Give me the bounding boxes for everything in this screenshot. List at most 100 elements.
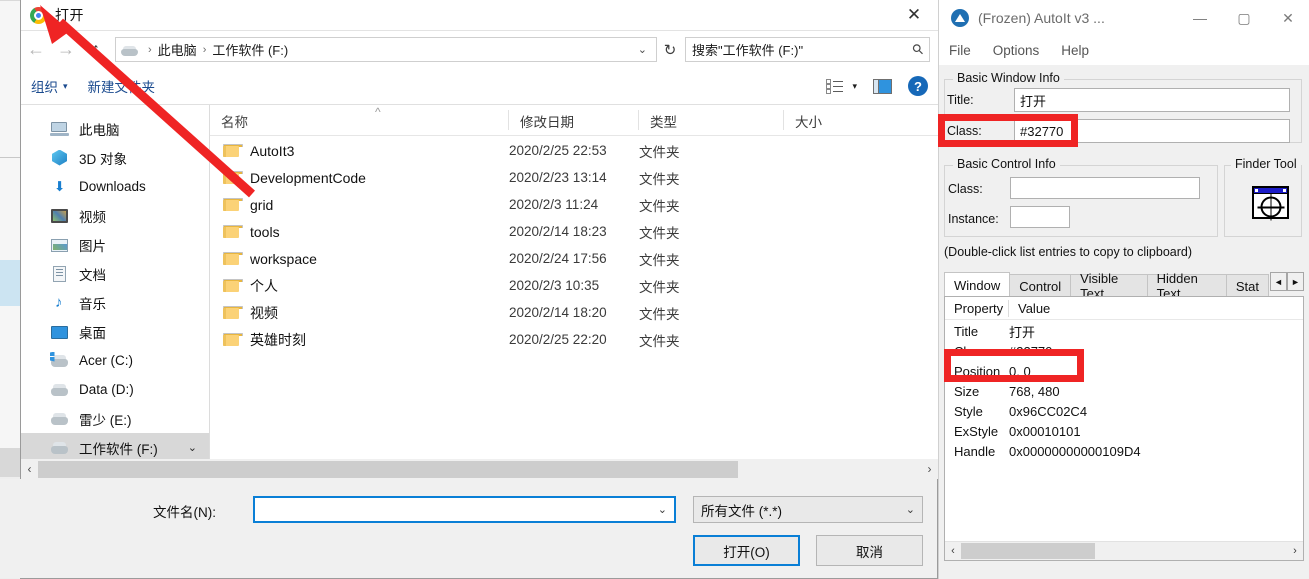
music-icon: ♪ — [55, 293, 63, 311]
hscroll-thumb[interactable] — [38, 460, 738, 478]
cancel-button[interactable]: 取消 — [816, 535, 923, 566]
finder-target-icon[interactable] — [1252, 186, 1289, 221]
desktop-icon — [50, 323, 70, 341]
nav-item-4[interactable]: 图片 — [21, 230, 209, 259]
table-row[interactable]: AutoIt3 2020/2/25 22:53 文件夹 — [210, 137, 938, 164]
filename-input[interactable]: ⌄ — [253, 496, 676, 523]
cell-name: tools — [250, 223, 280, 240]
list-item[interactable]: Size 768, 480 — [945, 381, 1303, 401]
column-header-date[interactable]: 修改日期 — [509, 105, 639, 135]
column-header-name[interactable]: 名称 ^ — [210, 105, 509, 135]
help-icon[interactable]: ? — [908, 76, 928, 96]
column-header-size[interactable]: 大小 — [784, 105, 938, 135]
back-button[interactable]: ← — [21, 35, 51, 65]
breadcrumb-this-pc[interactable]: 此电脑 — [158, 40, 197, 59]
file-list-hscrollbar[interactable]: ‹ › — [21, 459, 938, 479]
nav-item-11[interactable]: 工作软件 (F:) ⌄ — [21, 433, 209, 462]
tab-scroll-left-icon[interactable]: ◄ — [1270, 272, 1287, 291]
list-item[interactable]: Style 0x96CC02C4 — [945, 401, 1303, 421]
forward-button[interactable]: → — [51, 35, 81, 65]
nav-item-9[interactable]: Data (D:) — [21, 375, 209, 404]
list-item[interactable]: Handle 0x00000000000109D4 — [945, 441, 1303, 461]
lv-scroll-track[interactable] — [961, 543, 1287, 559]
tab-scroll-right-icon[interactable]: ► — [1287, 272, 1304, 291]
cell-type: 文件夹 — [639, 306, 680, 322]
table-row[interactable]: 个人 2020/2/3 10:35 文件夹 — [210, 272, 938, 299]
up-button[interactable]: ↑ — [81, 35, 111, 65]
search-box[interactable]: 搜索"工作软件 (F:)" ⚲ — [685, 37, 930, 62]
dialog-titlebar: 打开 — [21, 0, 938, 30]
open-button[interactable]: 打开(O) — [693, 535, 800, 566]
nav-item-2[interactable]: ⬇ Downloads — [21, 172, 209, 201]
column-label-size: 大小 — [795, 115, 822, 130]
table-row[interactable]: 英雄时刻 2020/2/25 22:20 文件夹 — [210, 326, 938, 353]
table-row[interactable]: grid 2020/2/3 11:24 文件夹 — [210, 191, 938, 218]
folder-icon — [223, 333, 243, 346]
nav-item-3[interactable]: 视频 — [21, 201, 209, 230]
tab-stat[interactable]: Stat — [1225, 274, 1269, 297]
breadcrumb-drive-f[interactable]: 工作软件 (F:) — [212, 40, 288, 59]
tab-visible-text[interactable]: Visible Text — [1070, 271, 1148, 301]
preview-pane-icon[interactable] — [873, 78, 892, 94]
chevron-down-icon[interactable]: ▾ — [852, 81, 857, 92]
scroll-left-icon[interactable]: ‹ — [945, 545, 961, 557]
tab-hidden-text[interactable]: Hidden Text — [1146, 271, 1227, 301]
file-type-select[interactable]: 所有文件 (*.*) ⌄ — [693, 496, 923, 523]
scroll-right-icon[interactable]: › — [921, 459, 938, 479]
table-row[interactable]: DevelopmentCode 2020/2/23 13:14 文件夹 — [210, 164, 938, 191]
organize-button[interactable]: 组织 ▾ — [21, 76, 78, 96]
column-header-type[interactable]: 类型 — [639, 105, 784, 135]
3d-objects-icon — [50, 149, 70, 167]
property-list-hscrollbar[interactable]: ‹ › — [945, 541, 1303, 560]
dialog-close-button[interactable]: ✕ — [891, 0, 937, 30]
column-label-type: 类型 — [650, 115, 677, 130]
nav-item-5[interactable]: 文档 — [21, 259, 209, 288]
property-value: 768, 480 — [1009, 383, 1060, 399]
table-row[interactable]: 视频 2020/2/14 18:20 文件夹 — [210, 299, 938, 326]
autoit-property-list: Property Value Title 打开 Class #32770 Positio… — [944, 296, 1304, 561]
scroll-right-icon[interactable]: › — [1287, 545, 1303, 557]
list-item[interactable]: Title 打开 — [945, 321, 1303, 341]
menu-help[interactable]: Help — [1061, 43, 1089, 58]
this-pc-icon — [50, 120, 70, 138]
nav-item-6[interactable]: ♪ 音乐 — [21, 288, 209, 317]
table-row[interactable]: workspace 2020/2/24 17:56 文件夹 — [210, 245, 938, 272]
minimize-button[interactable]: — — [1178, 0, 1222, 36]
property-column-header[interactable]: Property — [945, 297, 1009, 320]
chevron-down-icon[interactable]: ⌄ — [658, 503, 667, 516]
nav-item-8[interactable]: Acer (C:) — [21, 346, 209, 375]
tab-scroll-buttons[interactable]: ◄ ► — [1270, 272, 1304, 291]
value-column-header[interactable]: Value — [1009, 297, 1303, 320]
nav-item-label: 视频 — [79, 209, 106, 225]
chevron-down-icon[interactable]: ⌄ — [188, 433, 197, 462]
lv-scroll-thumb[interactable] — [961, 543, 1095, 559]
hscroll-track[interactable] — [38, 460, 921, 478]
new-folder-button[interactable]: 新建文件夹 — [78, 76, 166, 96]
address-input[interactable]: › 此电脑 › 工作软件 (F:) ⌄ — [115, 37, 657, 62]
chevron-down-icon[interactable]: ⌄ — [633, 43, 652, 56]
list-item[interactable]: ExStyle 0x00010101 — [945, 421, 1303, 441]
nav-item-7[interactable]: 桌面 — [21, 317, 209, 346]
dialog-title: 打开 — [55, 7, 84, 23]
window-title-field[interactable]: 打开 — [1014, 88, 1290, 112]
highlight-box-class-row — [944, 349, 1084, 382]
folder-icon — [223, 171, 243, 184]
nav-item-0[interactable]: 此电脑 — [21, 114, 209, 143]
control-instance-field[interactable] — [1010, 206, 1070, 228]
cell-type: 文件夹 — [639, 198, 680, 214]
menu-file[interactable]: File — [949, 43, 971, 58]
view-list-icon[interactable] — [826, 78, 844, 94]
tab-control[interactable]: Control — [1009, 274, 1072, 297]
nav-item-1[interactable]: 3D 对象 — [21, 143, 209, 172]
refresh-icon[interactable]: ↻ — [657, 37, 683, 62]
scroll-left-icon[interactable]: ‹ — [21, 459, 38, 479]
control-class-field[interactable] — [1010, 177, 1200, 199]
nav-item-10[interactable]: 雷少 (E:) — [21, 404, 209, 433]
maximize-button[interactable]: ▢ — [1222, 0, 1266, 36]
command-bar: 组织 ▾ 新建文件夹 ▾ ? — [21, 68, 938, 105]
search-input[interactable]: 搜索"工作软件 (F:)" — [692, 40, 913, 59]
menu-options[interactable]: Options — [993, 43, 1040, 58]
close-button[interactable]: ✕ — [1266, 0, 1309, 36]
tab-window[interactable]: Window — [944, 272, 1011, 297]
table-row[interactable]: tools 2020/2/14 18:23 文件夹 — [210, 218, 938, 245]
